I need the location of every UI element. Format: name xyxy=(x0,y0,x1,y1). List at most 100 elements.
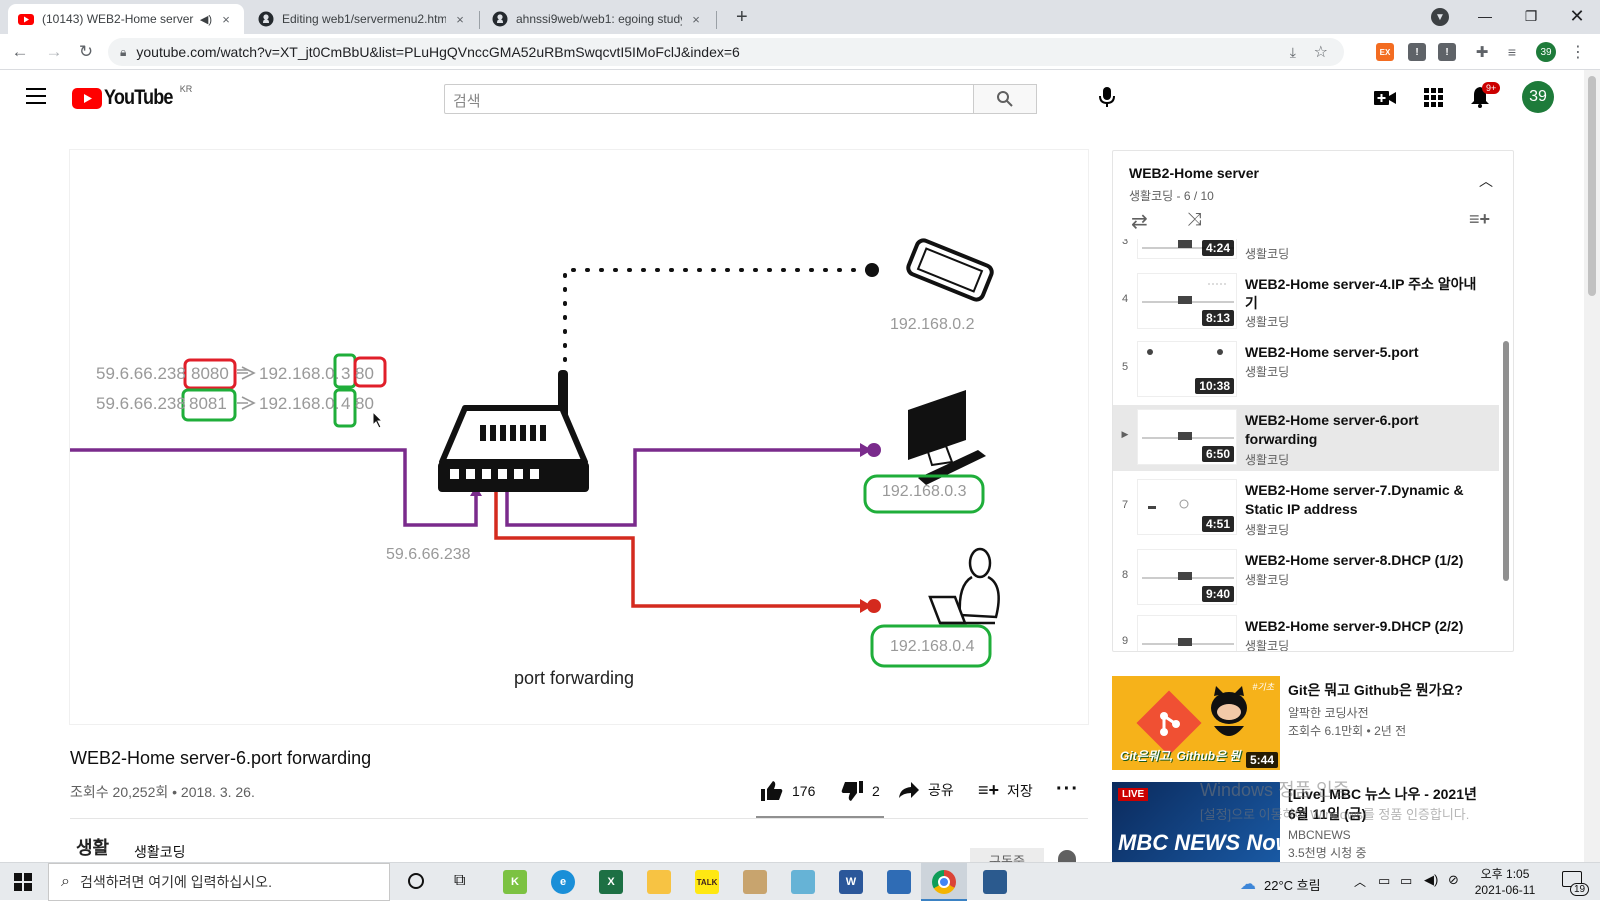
tab-close-icon[interactable]: × xyxy=(218,12,234,27)
rule2-arrow-icon xyxy=(237,396,256,410)
taskbar-paint-icon[interactable] xyxy=(743,870,767,894)
playlist-item[interactable]: 3 4:24 생활코딩 xyxy=(1113,239,1499,265)
shuffle-icon[interactable]: ⤨ xyxy=(1187,209,1201,230)
share-button[interactable]: 공유 xyxy=(898,780,954,800)
rule2-right-ip: 192.168.0. xyxy=(259,394,340,413)
playlist-item[interactable]: 8 9:40 WEB2-Home server-8.DHCP (1/2) 생활코… xyxy=(1113,545,1499,611)
bell-subscribe-icon[interactable] xyxy=(1058,850,1076,862)
windows-start-icon[interactable] xyxy=(14,873,32,891)
tray-ime-icon[interactable]: ⊘ xyxy=(1448,872,1459,888)
back-icon[interactable]: ← xyxy=(8,40,32,64)
tab-separator xyxy=(716,11,717,29)
duration-badge: 4:24 xyxy=(1201,240,1234,256)
extension-ex-icon[interactable]: EX xyxy=(1376,43,1394,61)
tab-close-icon[interactable]: × xyxy=(688,12,704,27)
loop-icon[interactable]: ⇄ xyxy=(1131,209,1148,234)
like-button[interactable]: 176 xyxy=(760,780,815,802)
taskbar-chrome-icon[interactable] xyxy=(921,863,967,901)
tray-volume-icon[interactable]: ◀) xyxy=(1424,872,1438,888)
task-view-icon[interactable]: ⧉ xyxy=(454,872,465,890)
region-code: KR xyxy=(179,84,193,94)
playlist-item[interactable]: 9 WEB2-Home server-9.DHCP (2/2) 생활코딩 xyxy=(1113,611,1499,651)
taskbar-file-explorer-icon[interactable] xyxy=(647,870,671,894)
playlist-scrollbar[interactable] xyxy=(1503,341,1509,581)
browser-menu-icon[interactable]: ⋮ xyxy=(1566,40,1590,64)
microphone-icon[interactable] xyxy=(1098,86,1116,113)
browser-toolbar: ← → ↻ 🔒︎ youtube.com/watch?v=XT_jt0CmBbU… xyxy=(0,34,1600,70)
taskbar-excel-icon[interactable]: X xyxy=(599,870,623,894)
rule2-left-ip: 59.6.66.238 xyxy=(96,394,186,413)
recommendation-card[interactable]: #기초 Git은뭐고, Github은 뭔 5:44 Git은 뭐고 Githu… xyxy=(1112,676,1514,770)
action-center-badge: 19 xyxy=(1570,883,1590,896)
reading-list-icon[interactable]: ≡ xyxy=(1500,40,1524,64)
share-arrow-icon xyxy=(899,782,919,798)
tab-youtube[interactable]: (10143) WEB2-Home server ◀) × xyxy=(8,4,244,34)
subscribe-button[interactable]: 구독중 xyxy=(970,848,1044,862)
taskbar-app-icon[interactable] xyxy=(887,870,911,894)
create-video-icon[interactable] xyxy=(1374,90,1396,111)
playlist-item-current[interactable]: ▶ 6:50 WEB2-Home server-6.port forwardin… xyxy=(1113,405,1499,471)
address-bar[interactable]: 🔒︎ youtube.com/watch?v=XT_jt0CmBbU&list=… xyxy=(108,38,1344,66)
apps-grid-icon[interactable] xyxy=(1424,88,1443,107)
wireless-dotted-link xyxy=(563,268,874,362)
taskbar-clock[interactable]: 오후 1:05 2021-06-11 xyxy=(1470,866,1540,898)
weather-widget[interactable]: ☁ 22°C 흐림 xyxy=(1240,874,1321,894)
extension-alert-icon[interactable]: ! xyxy=(1408,43,1426,61)
playlist-item-title: WEB2-Home server-8.DHCP (1/2) xyxy=(1245,552,1464,568)
tab-search-icon[interactable]: ▼ xyxy=(1431,8,1449,26)
taskbar-kakaotalk-icon[interactable]: TALK xyxy=(695,870,719,894)
taskbar-edge-icon[interactable]: e xyxy=(551,870,575,894)
playlist-item[interactable]: 5 10:38 WEB2-Home server-5.port 생활코딩 xyxy=(1113,337,1499,403)
profile-avatar[interactable]: 39 xyxy=(1536,42,1556,62)
playlist-item[interactable]: 7 4:51 WEB2-Home server-7.Dynamic & Stat… xyxy=(1113,475,1499,541)
youtube-logo[interactable]: YouTube KR xyxy=(72,84,193,110)
playlist-item-channel: 생활코딩 xyxy=(1245,639,1290,651)
dislike-button[interactable]: 2 xyxy=(840,780,880,802)
forward-icon[interactable]: → xyxy=(42,40,66,64)
channel-logo[interactable]: 생활 xyxy=(76,834,109,860)
audio-playing-icon[interactable]: ◀) xyxy=(200,13,212,26)
share-label: 공유 xyxy=(928,782,954,798)
tab-close-icon[interactable]: × xyxy=(452,12,468,27)
page-scrollbar[interactable] xyxy=(1584,70,1600,862)
new-tab-button[interactable]: + xyxy=(736,6,748,29)
tray-network-icon[interactable]: ▭ xyxy=(1378,873,1390,889)
taskbar-word-icon[interactable]: W xyxy=(839,870,863,894)
playlist-item-index: 5 xyxy=(1121,361,1129,373)
taskbar-search-box[interactable]: ⌕ 검색하려면 여기에 입력하십시오. xyxy=(48,863,390,901)
duration-badge: 10:38 xyxy=(1195,378,1234,394)
playlist-thumbnail xyxy=(1137,615,1237,651)
save-button[interactable]: ≡+ 저장 xyxy=(978,780,1033,801)
add-to-queue-icon[interactable]: ≡+ xyxy=(1469,209,1490,230)
cortana-icon[interactable] xyxy=(408,873,424,889)
tab-github-repo[interactable]: ahnssi9web/web1: egoing study × xyxy=(482,4,714,34)
extensions-puzzle-icon[interactable]: ✚ xyxy=(1470,40,1494,64)
info-divider xyxy=(70,818,1088,819)
tray-chevron-icon[interactable]: ︿ xyxy=(1354,873,1366,890)
playlist-item[interactable]: 4 8:13 WEB2-Home server-4.IP 주소 알아내기 생활코… xyxy=(1113,269,1499,335)
more-actions-icon[interactable]: ··· xyxy=(1056,778,1079,801)
video-player[interactable]: 59.6.66.238 8080 192.168.0. 3 80 59.6.66… xyxy=(70,150,1088,724)
laptop-ip: 192.168.0.4 xyxy=(890,638,975,655)
router-icon xyxy=(438,370,589,492)
install-icon[interactable]: ⤓ xyxy=(1290,44,1296,61)
account-avatar[interactable]: 39 xyxy=(1522,81,1554,113)
search-button[interactable] xyxy=(973,84,1037,114)
collapse-chevron-icon[interactable]: ︿ xyxy=(1479,171,1493,191)
reload-icon[interactable]: ↻ xyxy=(74,40,98,64)
extension-alert-icon[interactable]: ! xyxy=(1438,43,1456,61)
minimize-button[interactable]: — xyxy=(1462,0,1508,32)
maximize-button[interactable]: ❐ xyxy=(1508,0,1554,32)
taskbar-app-icon[interactable] xyxy=(791,870,815,894)
duration-badge: 5:44 xyxy=(1245,752,1278,768)
tab-github-editing[interactable]: Editing web1/servermenu2.html × xyxy=(248,4,478,34)
playlist-title[interactable]: WEB2-Home server xyxy=(1129,165,1259,181)
tray-display-icon[interactable]: ▭ xyxy=(1400,873,1412,889)
taskbar-virtualbox-icon[interactable] xyxy=(983,870,1007,894)
channel-name[interactable]: 생활코딩 xyxy=(134,842,186,862)
search-input[interactable]: 검색 xyxy=(444,84,974,114)
hamburger-menu-icon[interactable] xyxy=(26,88,46,104)
bookmark-star-icon[interactable]: ☆ xyxy=(1314,42,1328,62)
taskbar-app-kakao-icon[interactable]: K xyxy=(503,870,527,894)
close-window-button[interactable]: ✕ xyxy=(1554,0,1600,32)
